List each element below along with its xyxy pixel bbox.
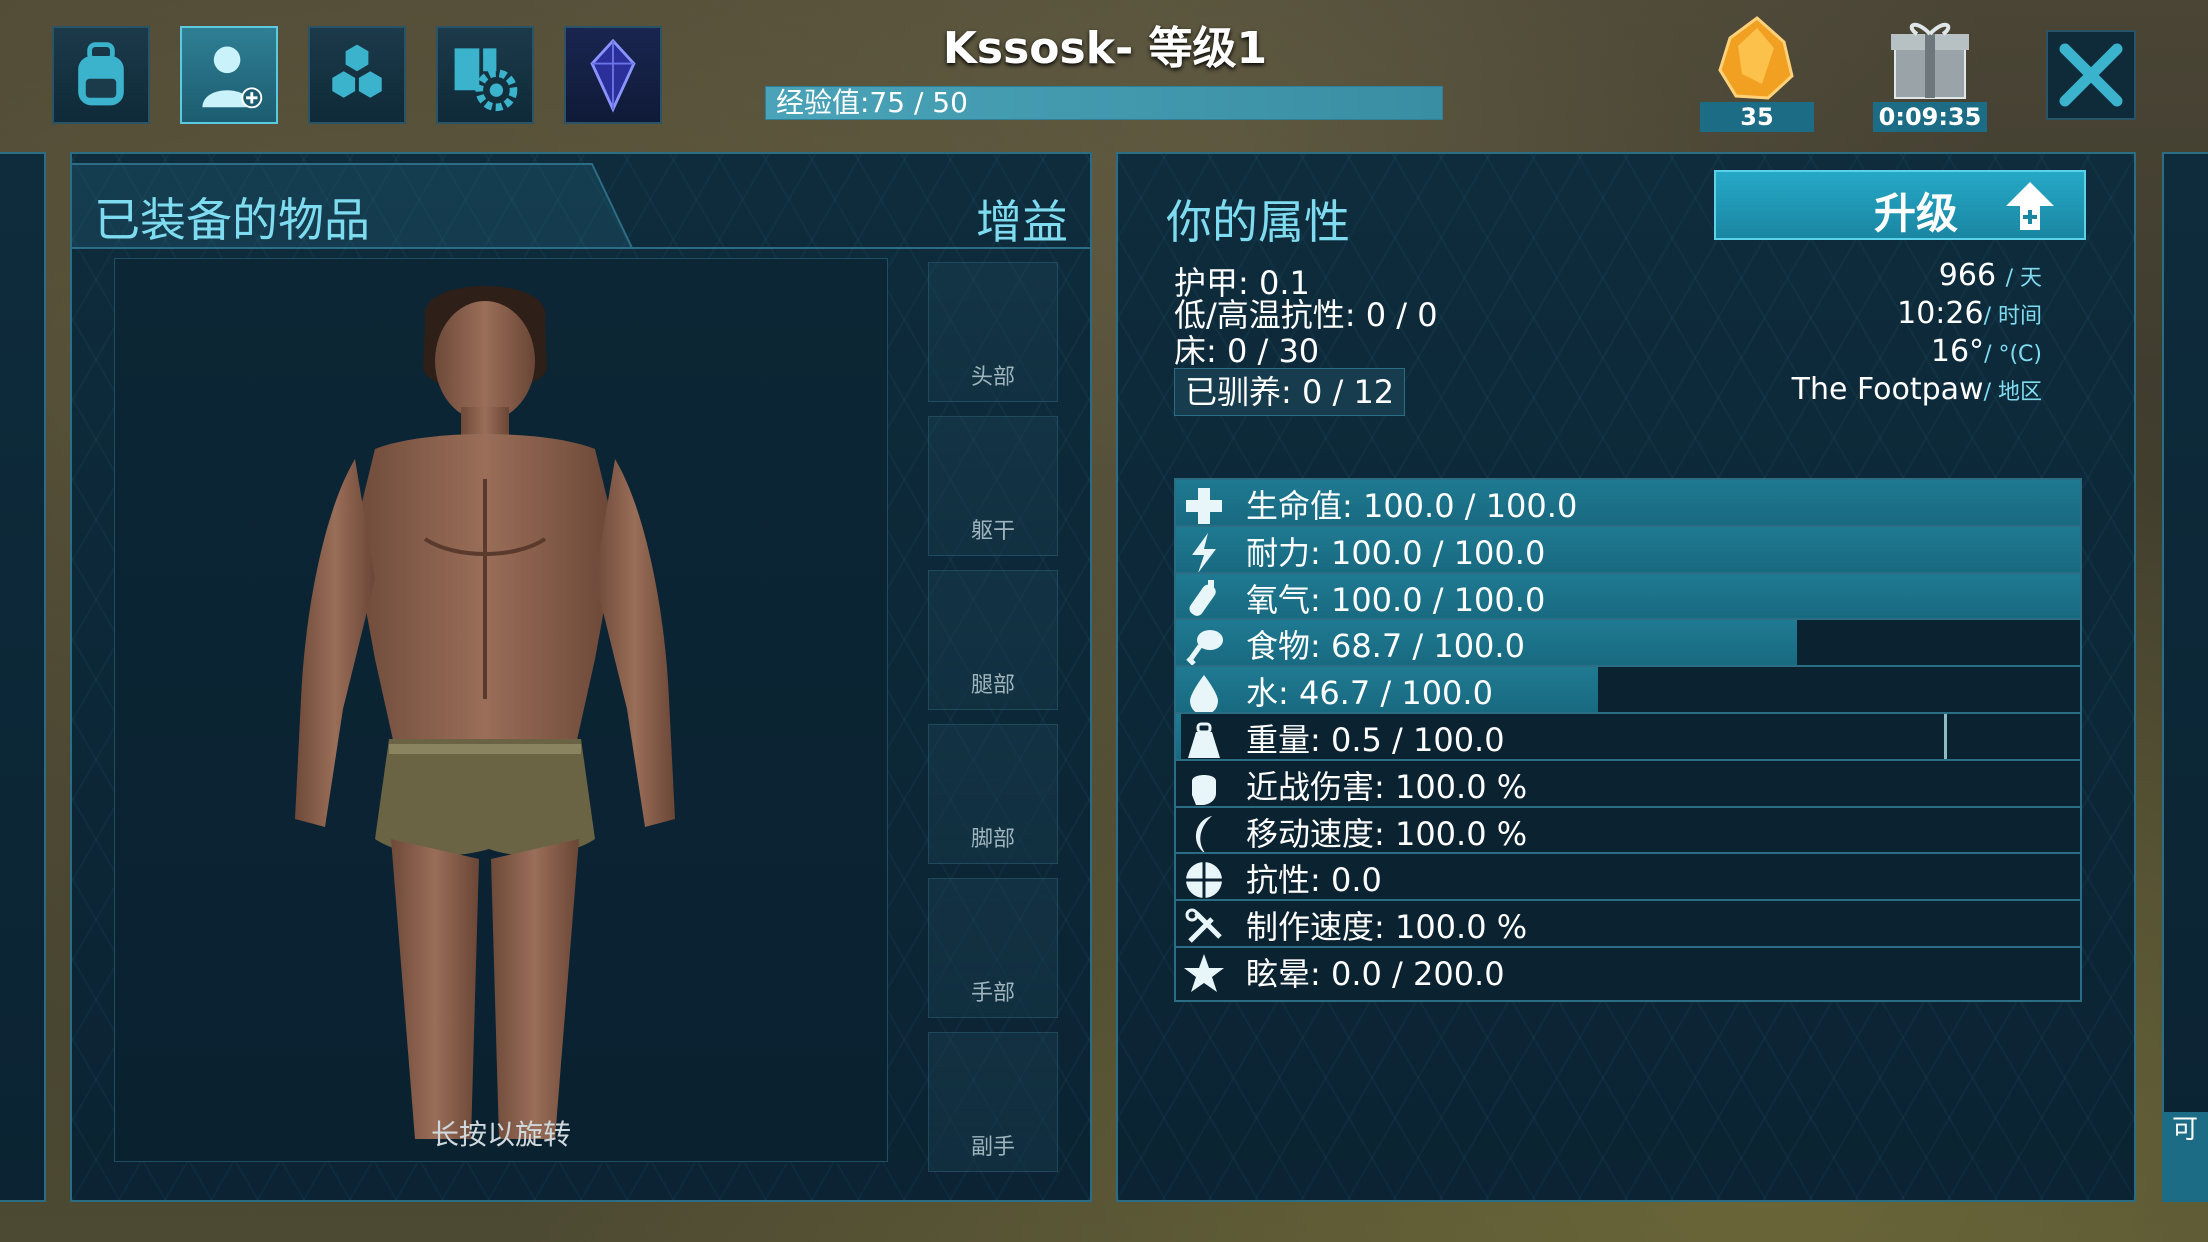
character-model	[295, 286, 675, 1139]
character-preview[interactable]: 长按以旋转	[114, 258, 888, 1162]
crystal-icon	[590, 38, 636, 113]
time-label: / 时间	[1983, 304, 2042, 329]
day-info: 966 / 天	[1939, 258, 2042, 293]
inventory-tab[interactable]	[52, 26, 150, 124]
day-value: 966	[1938, 258, 1997, 293]
gift-timer-value: 0:09:35	[1873, 102, 1987, 132]
stat-label: 眩晕: 0.0 / 200.0	[1246, 955, 1505, 993]
slot-head-label: 头部	[970, 365, 1015, 390]
slot-offhand[interactable]: 副手	[928, 1032, 1058, 1172]
slot-legs[interactable]: 腿部	[928, 570, 1058, 710]
water-drop-icon	[1190, 675, 1218, 716]
health-cross-icon	[1186, 488, 1222, 524]
oxygen-tank-icon	[1189, 579, 1216, 616]
time-value: 10:26	[1897, 296, 1984, 331]
temperature-value: 16°	[1930, 334, 1985, 369]
tamed-count: 已驯养: 0 / 12	[1174, 368, 1406, 416]
stat-row-10[interactable]: 眩晕: 0.0 / 200.0	[1174, 946, 2082, 1002]
movement-speed-icon	[1195, 815, 1212, 854]
engrams-tab[interactable]	[308, 26, 406, 124]
left-edge-panel	[0, 152, 46, 1202]
equipment-panel: 已装备的物品 增益 长按以旋转 头部 躯干 腿部 脚部 手部 副手	[70, 152, 1092, 1202]
day-label: / 天	[2005, 266, 2042, 291]
rotate-hint: 长按以旋转	[430, 1118, 571, 1151]
region-label: / 地区	[1983, 380, 2042, 405]
time-info: 10:26/ 时间	[1897, 296, 2042, 331]
xp-label: 经验值:75 / 50	[776, 86, 968, 119]
book-gear-icon	[454, 48, 518, 112]
right-edge-panel[interactable]	[2162, 152, 2208, 1202]
level-up-button[interactable]: 升级	[1714, 170, 2086, 240]
xp-bar: 经验值:75 / 50	[765, 86, 1443, 120]
backpack-icon	[78, 42, 124, 106]
buffs-tab[interactable]: 增益	[976, 186, 1068, 252]
crafting-tools-icon	[1185, 908, 1222, 943]
fortitude-icon	[1186, 862, 1222, 899]
amber-counter[interactable]: 35	[1700, 14, 1814, 132]
slot-torso[interactable]: 躯干	[928, 416, 1058, 556]
weight-icon	[1188, 722, 1220, 758]
slot-hands[interactable]: 手部	[928, 878, 1058, 1018]
slot-feet[interactable]: 脚部	[928, 724, 1058, 864]
attributes-title: 你的属性	[1166, 195, 1350, 249]
slot-legs-label: 腿部	[970, 673, 1015, 698]
character-icon	[202, 46, 263, 109]
amber-icon	[1718, 16, 1794, 100]
close-icon	[2059, 43, 2123, 107]
slot-feet-label: 脚部	[970, 827, 1015, 852]
equipment-title: 已装备的物品	[94, 193, 370, 247]
temperature-info: 16°/ °(C)	[1931, 334, 2042, 369]
hexagons-icon	[332, 44, 382, 98]
slot-hands-label: 手部	[970, 981, 1015, 1006]
attributes-panel: 你的属性 升级 护甲: 0.1 低/高温抗性: 0 / 0 床: 0 / 30 …	[1116, 152, 2136, 1202]
level-up-label: 升级	[1874, 189, 1959, 238]
slot-torso-label: 躯干	[970, 519, 1015, 544]
slot-head[interactable]: 头部	[928, 262, 1058, 402]
right-edge-tab[interactable]: 可	[2162, 1112, 2208, 1202]
bed-count: 床: 0 / 30	[1174, 332, 1320, 370]
amber-count: 35	[1700, 102, 1814, 132]
temperature-label: / °(C)	[1984, 342, 2042, 367]
settings-tab[interactable]	[436, 26, 534, 124]
tribe-tab[interactable]	[564, 26, 662, 124]
stamina-bolt-icon	[1192, 532, 1216, 573]
torpor-star-icon	[1184, 954, 1224, 992]
region-value: The Footpaw	[1791, 372, 1984, 407]
level-up-arrow-icon	[2006, 182, 2054, 230]
food-drumstick-icon	[1186, 630, 1223, 667]
player-name-level: Kssosk- 等级1	[942, 23, 1268, 74]
character-tab[interactable]	[180, 26, 278, 124]
gift-timer[interactable]: 0:09:35	[1873, 14, 1987, 132]
equipment-header: 已装备的物品 增益	[72, 154, 1090, 254]
melee-fist-icon	[1192, 774, 1216, 805]
slot-offhand-label: 副手	[970, 1135, 1015, 1160]
gift-icon	[1891, 22, 1969, 99]
region-info: The Footpaw/ 地区	[1792, 372, 2042, 407]
close-button[interactable]	[2046, 30, 2136, 120]
